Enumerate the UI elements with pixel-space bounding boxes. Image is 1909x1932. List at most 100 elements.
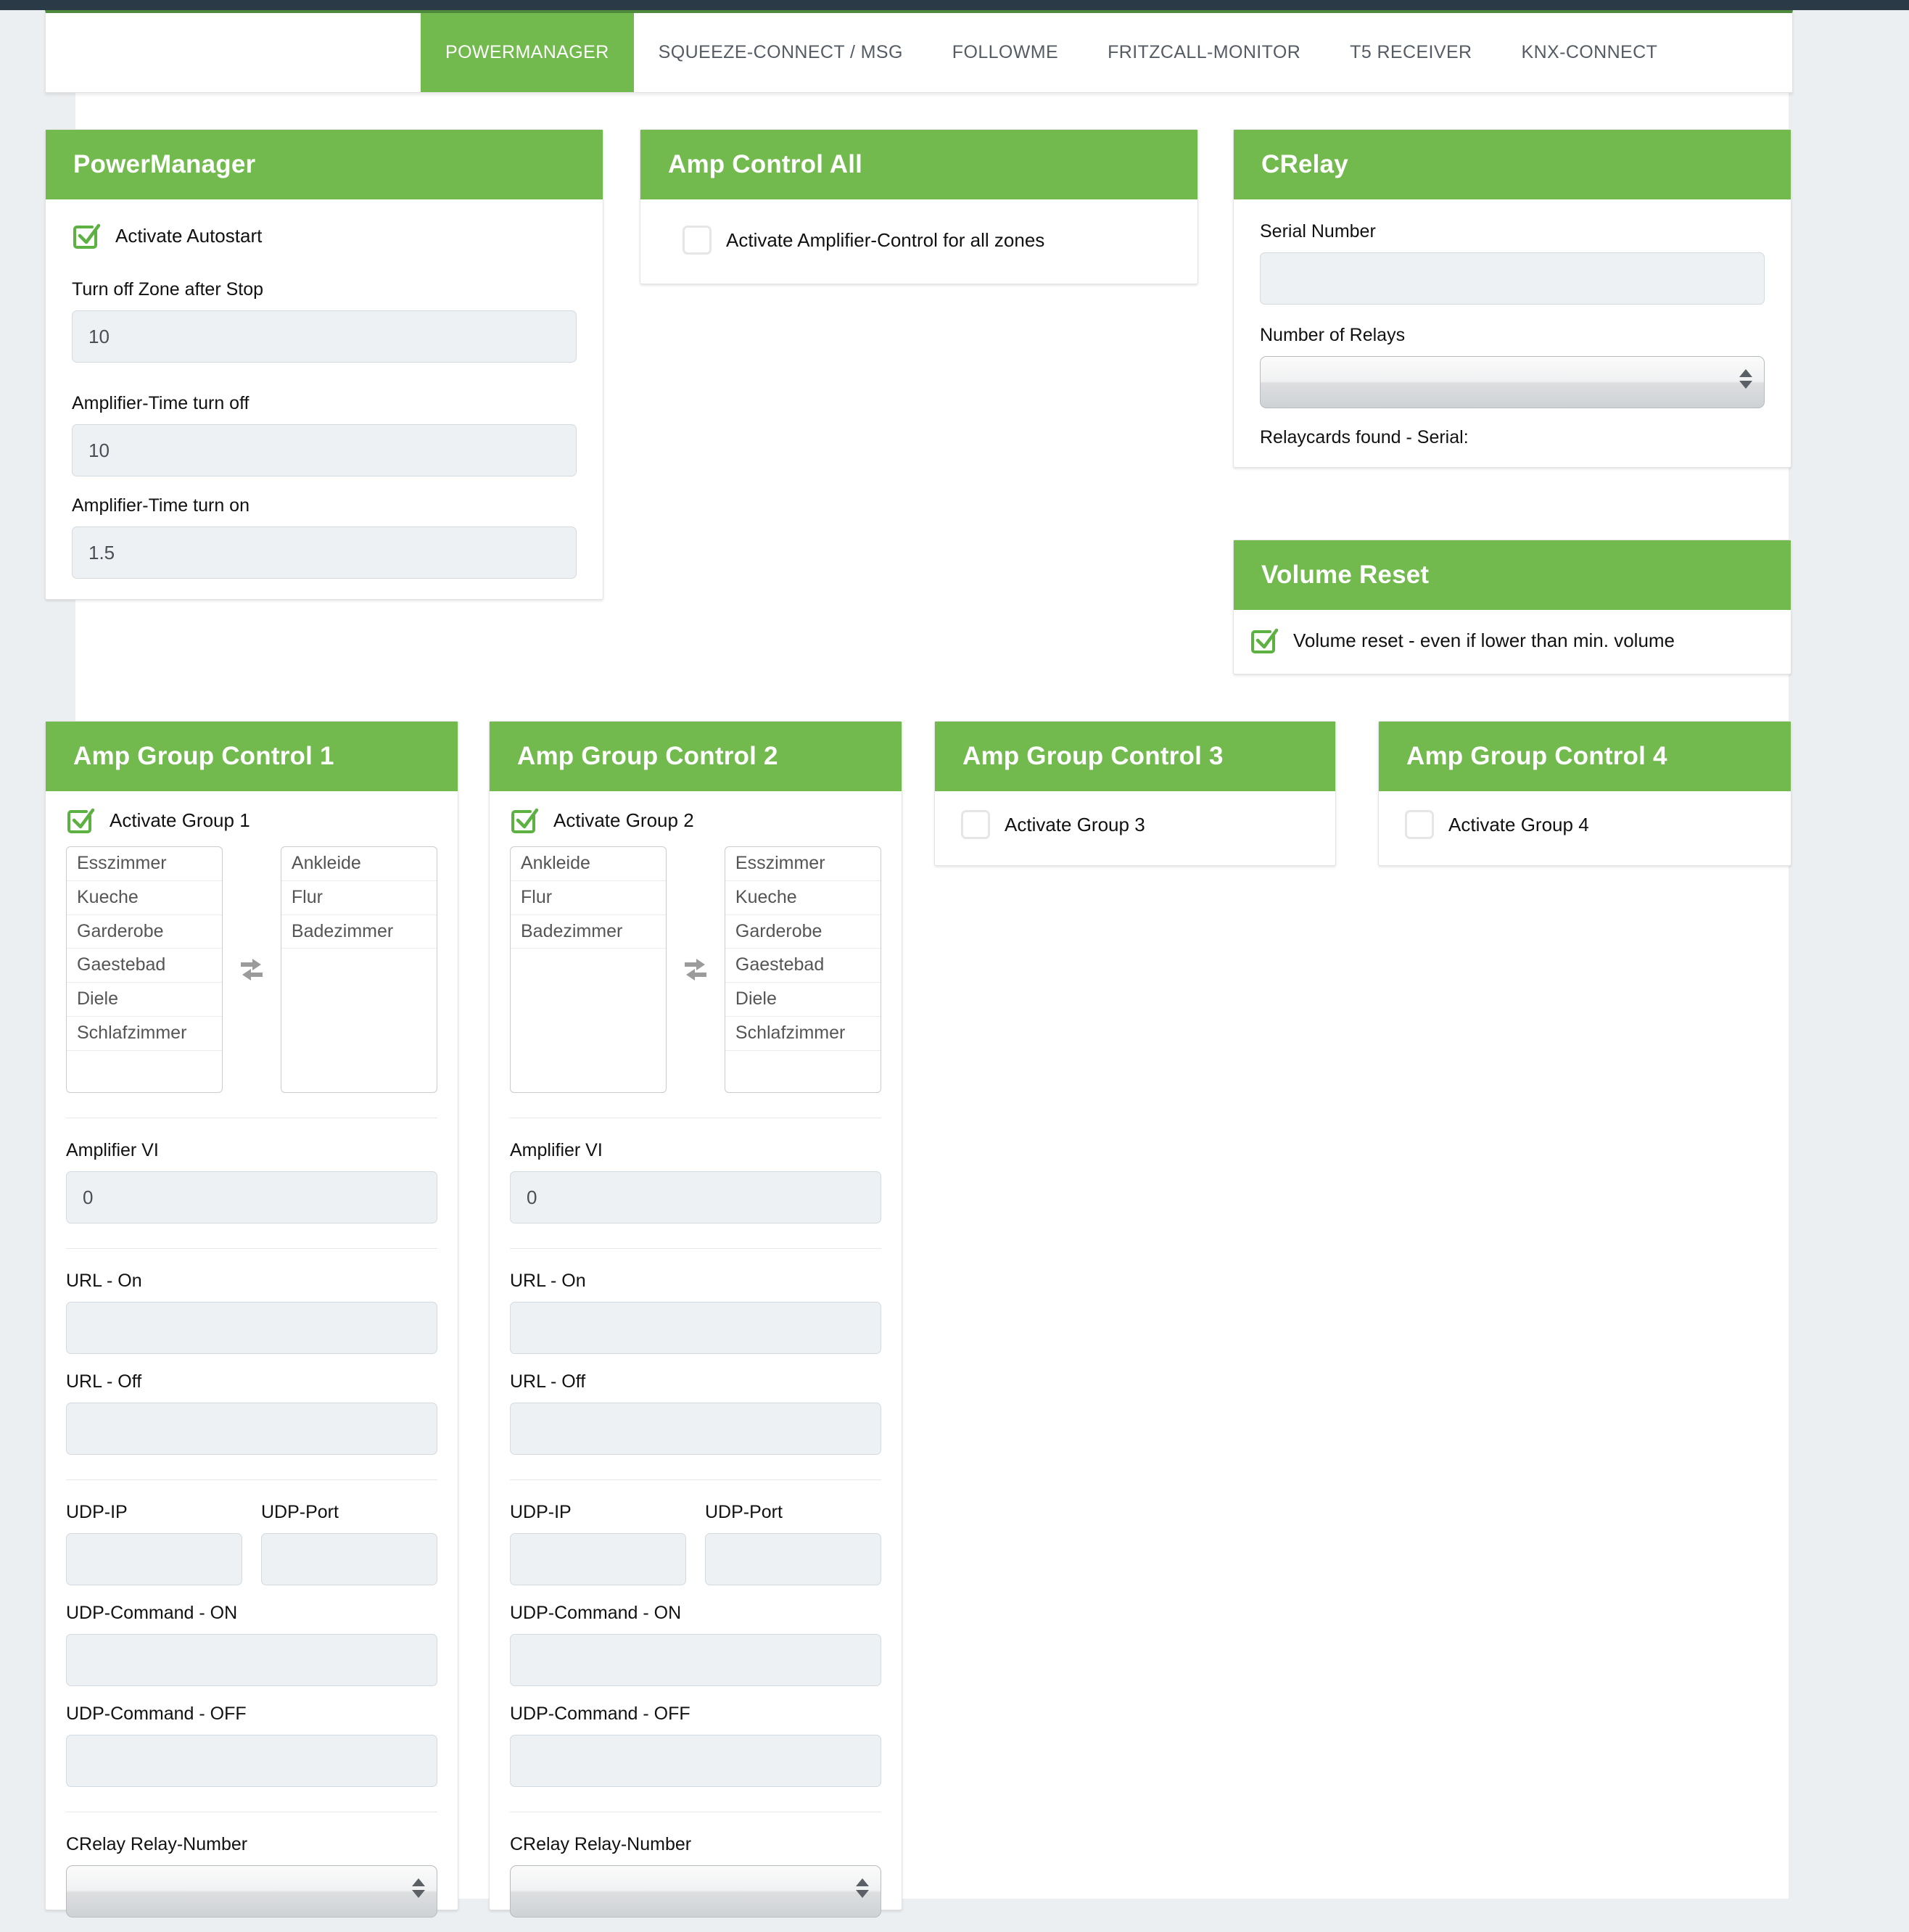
url-off-input[interactable] xyxy=(66,1403,437,1455)
list-item[interactable]: Kueche xyxy=(725,881,881,915)
field-turn-off-zone: Turn off Zone after Stop 10 xyxy=(72,279,577,363)
tab-followme[interactable]: FOLLOWME xyxy=(928,13,1083,92)
list-item[interactable]: Garderobe xyxy=(725,915,881,949)
serial-number-input[interactable] xyxy=(1260,252,1765,305)
udp-port-input[interactable] xyxy=(261,1533,437,1585)
udp-command-off-input[interactable] xyxy=(66,1735,437,1787)
activate-group-label: Activate Group 1 xyxy=(110,809,250,832)
card-content: Volume reset - even if lower than min. v… xyxy=(1234,610,1791,674)
field-amp-time-off: Amplifier-Time turn off 10 xyxy=(72,393,577,476)
list-item[interactable]: Ankleide xyxy=(511,847,666,881)
activate-group-row[interactable]: Activate Group 4 xyxy=(1399,810,1770,839)
available-zones-list[interactable]: Ankleide Flur Badezimmer xyxy=(510,846,667,1093)
amp-time-on-input[interactable]: 1.5 xyxy=(72,527,577,579)
udp-command-on-input[interactable] xyxy=(66,1634,437,1686)
card-title: Amp Group Control 1 xyxy=(46,722,458,791)
checkbox-unchecked-icon[interactable] xyxy=(961,810,990,839)
udp-command-on-input[interactable] xyxy=(510,1634,881,1686)
spinner-arrows-icon xyxy=(1739,369,1752,395)
tab-panel: POWERMANAGER SQUEEZE-CONNECT / MSG FOLLO… xyxy=(45,10,1793,93)
card-title: CRelay xyxy=(1234,130,1791,199)
selected-zones-list[interactable]: Ankleide Flur Badezimmer xyxy=(281,846,437,1093)
checkbox-checked-icon[interactable] xyxy=(66,806,95,835)
list-item[interactable]: Badezimmer xyxy=(281,915,437,949)
list-item[interactable]: Diele xyxy=(67,983,222,1017)
url-off-input[interactable] xyxy=(510,1403,881,1455)
udp-ip-input[interactable] xyxy=(66,1533,242,1585)
list-item[interactable]: Ankleide xyxy=(281,847,437,881)
serial-number-label: Serial Number xyxy=(1260,221,1765,242)
list-item[interactable]: Esszimmer xyxy=(725,847,881,881)
url-off-label: URL - Off xyxy=(510,1371,881,1392)
card-content: Activate Group 3 xyxy=(935,791,1335,865)
list-item[interactable]: Flur xyxy=(281,881,437,915)
list-item[interactable]: Garderobe xyxy=(67,915,222,949)
udp-command-off-label: UDP-Command - OFF xyxy=(66,1704,437,1725)
checkbox-checked-icon[interactable] xyxy=(1250,626,1279,655)
card-title: Amp Control All xyxy=(640,130,1197,199)
udp-command-on-label: UDP-Command - ON xyxy=(66,1603,437,1624)
amp-control-all-row[interactable]: Activate Amplifier-Control for all zones xyxy=(667,226,1171,255)
udp-port-label: UDP-Port xyxy=(261,1502,437,1523)
tab-t5-receiver[interactable]: T5 RECEIVER xyxy=(1325,13,1496,92)
activate-group-label: Activate Group 4 xyxy=(1448,814,1589,836)
divider xyxy=(510,1479,881,1480)
card-title: Amp Group Control 2 xyxy=(490,722,902,791)
number-of-relays-select[interactable] xyxy=(1260,356,1765,408)
list-item[interactable]: Diele xyxy=(725,983,881,1017)
list-item[interactable]: Flur xyxy=(511,881,666,915)
field-amp-time-on: Amplifier-Time turn on 1.5 xyxy=(72,495,577,579)
autostart-row[interactable]: Activate Autostart xyxy=(72,221,577,250)
list-item[interactable]: Gaestebad xyxy=(67,949,222,983)
url-on-input[interactable] xyxy=(66,1302,437,1354)
activate-group-row[interactable]: Activate Group 3 xyxy=(955,810,1315,839)
selected-zones-list[interactable]: Esszimmer Kueche Garderobe Gaestebad Die… xyxy=(725,846,881,1093)
card-title: Amp Group Control 3 xyxy=(935,722,1335,791)
list-item[interactable]: Gaestebad xyxy=(725,949,881,983)
crelay-relay-number-select[interactable] xyxy=(510,1865,881,1917)
tab-squeeze-connect-msg[interactable]: SQUEEZE-CONNECT / MSG xyxy=(634,13,928,92)
tab-knx-connect[interactable]: KNX-CONNECT xyxy=(1497,13,1683,92)
list-item[interactable]: Kueche xyxy=(67,881,222,915)
relaycards-found-text: Relaycards found - Serial: xyxy=(1260,427,1765,448)
amp-time-off-input[interactable]: 10 xyxy=(72,424,577,476)
checkbox-checked-icon[interactable] xyxy=(510,806,539,835)
available-zones-list[interactable]: Esszimmer Kueche Garderobe Gaestebad Die… xyxy=(66,846,223,1093)
crelay-relay-number-select[interactable] xyxy=(66,1865,437,1917)
tab-fritzcall-monitor[interactable]: FRITZCALL-MONITOR xyxy=(1083,13,1325,92)
activate-group-row[interactable]: Activate Group 1 xyxy=(66,806,437,835)
list-item[interactable]: Esszimmer xyxy=(67,847,222,881)
checkbox-checked-icon[interactable] xyxy=(72,221,101,250)
url-on-input[interactable] xyxy=(510,1302,881,1354)
card-amp-group-control-4: Amp Group Control 4 Activate Group 4 xyxy=(1378,721,1792,866)
swap-arrows-icon[interactable] xyxy=(667,957,725,982)
udp-ip-input[interactable] xyxy=(510,1533,686,1585)
url-on-label: URL - On xyxy=(510,1271,881,1292)
activate-group-label: Activate Group 3 xyxy=(1005,814,1145,836)
card-amp-group-control-3: Amp Group Control 3 Activate Group 3 xyxy=(934,721,1336,866)
divider xyxy=(510,1248,881,1249)
tab-label: T5 RECEIVER xyxy=(1350,42,1472,63)
right-margin xyxy=(1789,0,1909,1899)
activate-group-row[interactable]: Activate Group 2 xyxy=(510,806,881,835)
card-content: Activate Group 4 xyxy=(1379,791,1791,865)
tab-label: FRITZCALL-MONITOR xyxy=(1108,42,1300,63)
udp-command-off-input[interactable] xyxy=(510,1735,881,1787)
top-bar xyxy=(0,0,1909,10)
card-content: Activate Autostart Turn off Zone after S… xyxy=(46,199,603,599)
udp-port-input[interactable] xyxy=(705,1533,881,1585)
amp-control-all-label: Activate Amplifier-Control for all zones xyxy=(726,229,1044,252)
tab-list: POWERMANAGER SQUEEZE-CONNECT / MSG FOLLO… xyxy=(46,13,1792,92)
amplifier-vi-input[interactable]: 0 xyxy=(510,1171,881,1223)
list-item[interactable]: Schlafzimmer xyxy=(67,1017,222,1051)
amplifier-vi-input[interactable]: 0 xyxy=(66,1171,437,1223)
checkbox-unchecked-icon[interactable] xyxy=(1405,810,1434,839)
list-item[interactable]: Badezimmer xyxy=(511,915,666,949)
udp-endpoint-row: UDP-IP UDP-Port xyxy=(66,1502,437,1585)
volume-reset-row[interactable]: Volume reset - even if lower than min. v… xyxy=(1250,626,1765,655)
swap-arrows-icon[interactable] xyxy=(223,957,281,982)
checkbox-unchecked-icon[interactable] xyxy=(683,226,712,255)
list-item[interactable]: Schlafzimmer xyxy=(725,1017,881,1051)
turn-off-zone-input[interactable]: 10 xyxy=(72,310,577,363)
tab-powermanager[interactable]: POWERMANAGER xyxy=(421,13,634,92)
